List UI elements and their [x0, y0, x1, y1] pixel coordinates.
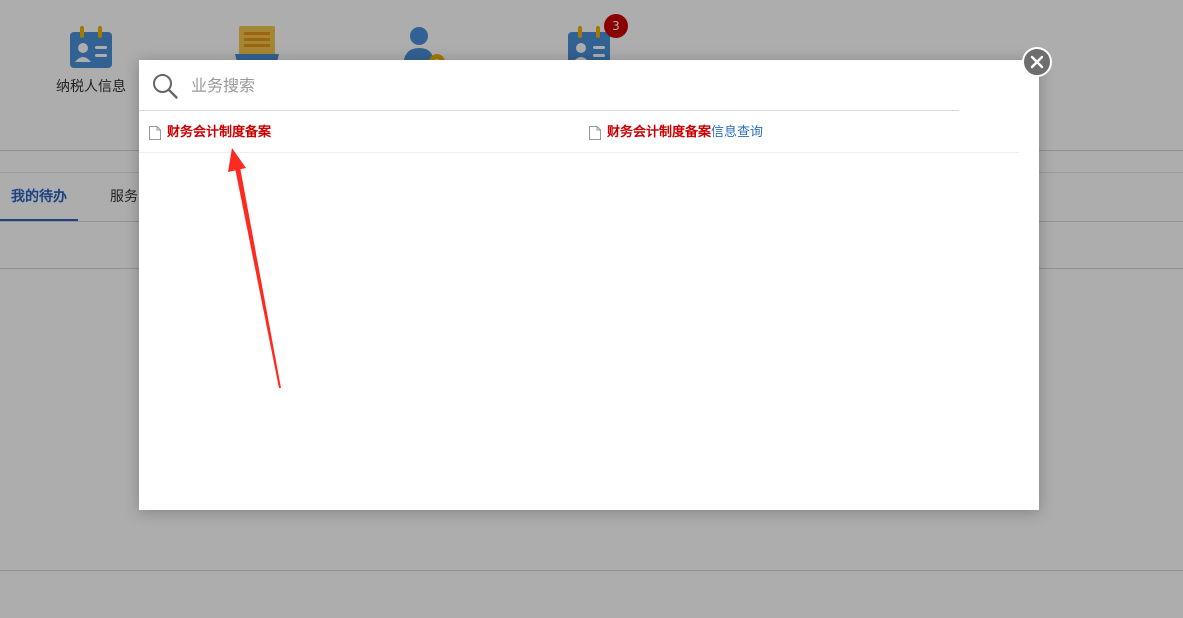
close-icon: [1030, 55, 1044, 69]
result-highlight-text: 财务会计制度备案: [167, 125, 272, 140]
result-item[interactable]: 财务会计制度备案信息查询: [589, 122, 763, 144]
search-bar: [139, 60, 959, 111]
document-icon: [149, 125, 161, 140]
close-button[interactable]: [1022, 47, 1052, 77]
search-input[interactable]: [191, 70, 891, 100]
search-results: 财务会计制度备案 财务会计制度备案信息查询: [139, 122, 1019, 153]
result-rest-text: 信息查询: [711, 125, 764, 140]
business-search-dialog: 财务会计制度备案 财务会计制度备案信息查询: [139, 60, 1039, 510]
document-icon: [589, 125, 601, 140]
search-icon: [153, 74, 178, 99]
result-highlight-text: 财务会计制度备案: [607, 125, 712, 140]
result-item[interactable]: 财务会计制度备案: [149, 122, 271, 144]
